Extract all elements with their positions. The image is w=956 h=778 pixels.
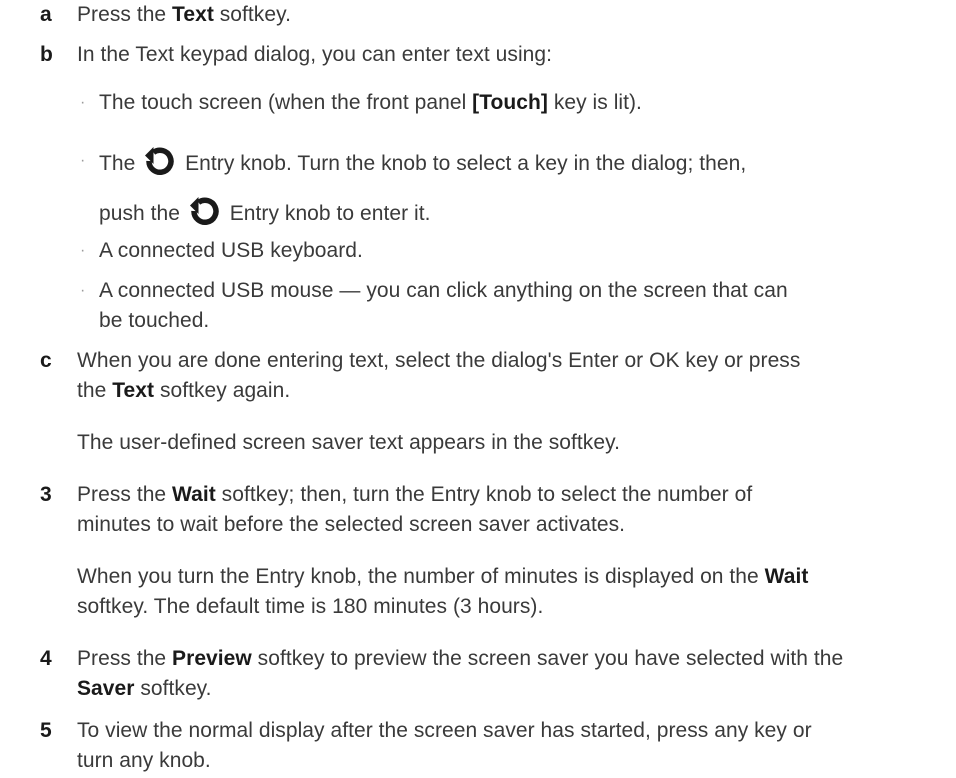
step-3-text-2: softkey; then, turn the Entry knob to se… [215,483,753,506]
manual-page: { "steps": { "a": { "label": "a", "t1": … [0,0,956,778]
step-a-text-2: softkey. [213,3,291,26]
bullet-2-text-4: Entry knob to enter it. [223,202,431,225]
bullet-2-line-1: The Entry knob. Turn the knob to select … [99,146,746,179]
step-4-text-1: Press the [77,647,173,670]
step-3-line-1: Press the Wait softkey; then, turn the E… [77,480,752,510]
step-4-text-3: softkey. [134,677,212,700]
entry-knob-icon [143,146,177,176]
step-4-line-1: Press the Preview softkey to preview the… [77,644,843,674]
step-3-label: 3 [40,483,52,506]
step-a-text: Press the Text softkey. [77,0,291,30]
text-softkey-ref: Text [112,379,155,402]
step-5-line-1: To view the normal display after the scr… [77,719,812,742]
bullet-2-text-3: push the [99,202,186,225]
step-c-text-2: softkey again. [154,379,291,402]
bullet-2-dot: · [80,152,86,169]
bullet-1-text: The touch screen (when the front panel [… [99,88,642,118]
step-c-result: The user-defined screen saver text appea… [77,431,620,454]
step-3-result-line-1: When you turn the Entry knob, the number… [77,562,808,592]
wait-softkey-ref: Wait [172,483,216,506]
step-3-text-1: Press the [77,483,173,506]
bullet-2-text-1: The [99,152,142,175]
step-5-label: 5 [40,719,52,742]
step-a-label: a [40,3,52,26]
step-b-label: b [40,43,53,66]
step-c-line-2: the Text softkey again. [77,376,290,406]
preview-softkey-ref: Preview [172,647,252,670]
step-c-line-1: When you are done entering text, select … [77,349,801,372]
touch-key-ref: [Touch] [472,91,548,114]
bullet-1-dot: · [80,94,86,111]
step-4-label: 4 [40,647,52,670]
bullet-4-line-2: be touched. [99,309,210,332]
bullet-1-text-2: key is lit). [547,91,642,114]
bullet-2-line-2: push the Entry knob to enter it. [99,196,431,229]
saver-softkey-ref: Saver [77,677,135,700]
step-4-text-2: softkey to preview the screen saver you … [251,647,844,670]
step-3-result-text-1: When you turn the Entry knob, the number… [77,565,765,588]
step-c-text-1: the [77,379,113,402]
step-5-line-2: turn any knob. [77,749,211,772]
bullet-3-dot: · [80,242,86,259]
step-3-line-2: minutes to wait before the selected scre… [77,513,626,536]
bullet-1-text-1: The touch screen (when the front panel [99,91,473,114]
entry-knob-icon [188,196,222,226]
wait-softkey-ref: Wait [764,565,809,588]
step-a-text-1: Press the [77,3,173,26]
bullet-2-text-2: Entry knob. Turn the knob to select a ke… [179,152,747,175]
bullet-4-dot: · [80,282,86,299]
bullet-4-line-1: A connected USB mouse — you can click an… [99,279,788,302]
step-c-label: c [40,349,52,372]
step-3-result-line-2: softkey. The default time is 180 minutes… [77,595,544,618]
text-softkey-ref: Text [172,3,214,26]
step-b-intro: In the Text keypad dialog, you can enter… [77,43,553,66]
bullet-3-text: A connected USB keyboard. [99,239,363,262]
step-4-line-2: Saver softkey. [77,674,212,704]
